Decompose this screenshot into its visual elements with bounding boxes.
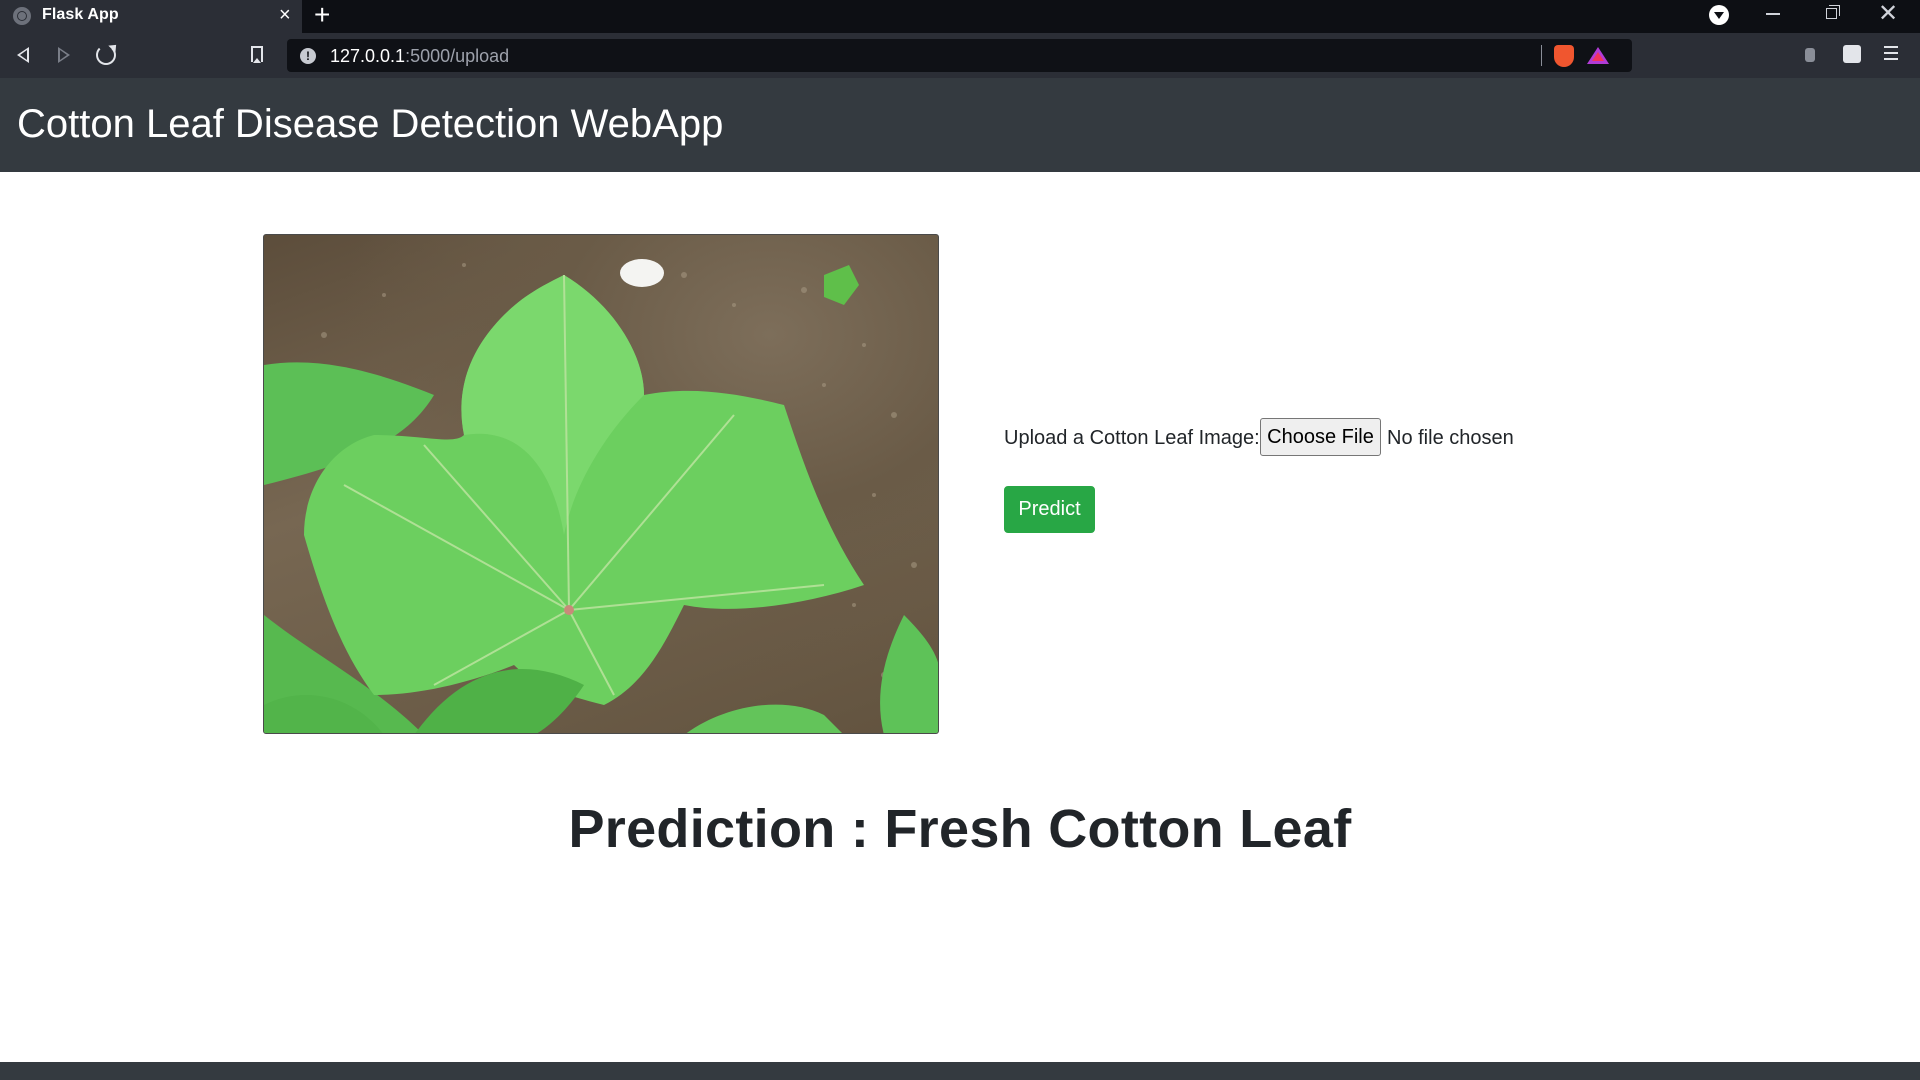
address-divider [1541, 45, 1542, 66]
menu-icon[interactable] [1884, 46, 1898, 64]
back-icon[interactable] [17, 47, 29, 63]
app-title[interactable]: Cotton Leaf Disease Detection WebApp [17, 102, 723, 147]
new-tab-button[interactable]: + [314, 1, 330, 29]
minimize-button[interactable] [1766, 13, 1780, 15]
browser-toolbar: ! 127.0.0.1:5000/upload [0, 33, 1920, 78]
cotton-leaf-image [263, 234, 939, 734]
window-close-button[interactable]: ✕ [1878, 1, 1898, 27]
url-path: :5000/upload [405, 46, 510, 66]
tab-title: Flask App [42, 6, 119, 23]
browser-tab-strip: Flask App × + ✕ [0, 0, 1920, 33]
extensions-icon[interactable] [1843, 45, 1861, 63]
url-host: 127.0.0.1 [330, 46, 406, 66]
tab-close-icon[interactable]: × [279, 4, 291, 26]
url-text[interactable]: 127.0.0.1:5000/upload [330, 46, 509, 67]
reload-icon[interactable] [96, 45, 116, 65]
predict-button[interactable]: Predict [1004, 486, 1095, 533]
prediction-result: Prediction : Fresh Cotton Leaf [568, 799, 1352, 859]
file-status: No file chosen [1387, 427, 1514, 449]
address-bar[interactable]: ! 127.0.0.1:5000/upload [287, 39, 1632, 72]
forward-icon[interactable] [58, 47, 70, 63]
choose-file-button[interactable]: Choose File [1260, 418, 1381, 456]
browser-tab[interactable]: Flask App × [0, 0, 302, 33]
info-icon[interactable]: ! [300, 48, 316, 64]
bookmark-icon[interactable] [251, 46, 263, 63]
media-icon[interactable] [1709, 5, 1729, 25]
brave-rewards-icon[interactable] [1587, 47, 1609, 64]
app-navbar: Cotton Leaf Disease Detection WebApp [0, 78, 1920, 172]
page-footer [0, 1062, 1920, 1080]
restore-button[interactable] [1826, 5, 1840, 19]
globe-icon [13, 7, 31, 25]
upload-label: Upload a Cotton Leaf Image: [1004, 427, 1260, 449]
brave-shield-icon[interactable] [1554, 45, 1574, 67]
wallet-icon[interactable] [1805, 48, 1815, 62]
